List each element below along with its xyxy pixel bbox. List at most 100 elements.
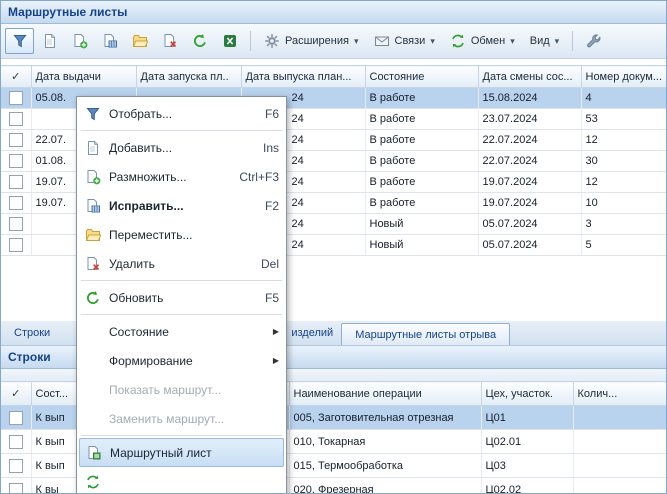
toolbar-separator bbox=[572, 31, 573, 51]
cell-state-change-date: 15.08.2024 bbox=[478, 88, 581, 109]
cell-doc-number: 3 bbox=[581, 214, 666, 235]
links-icon bbox=[374, 33, 390, 49]
row-checkbox[interactable] bbox=[9, 91, 23, 105]
cell-state-change-date: 22.07.2024 bbox=[478, 130, 581, 151]
menu-item-edit[interactable]: Исправить... F2 bbox=[79, 191, 284, 220]
refresh-button[interactable] bbox=[185, 28, 214, 54]
cell-state: В работе bbox=[365, 130, 478, 151]
shortcut-label: Ins bbox=[263, 141, 279, 155]
document-plus-icon bbox=[84, 168, 102, 186]
delete-document-button[interactable] bbox=[155, 28, 184, 54]
select-all-header[interactable]: ✓ bbox=[1, 66, 31, 88]
column-header-shop[interactable]: Цех, участок. bbox=[481, 382, 573, 406]
funnel-icon bbox=[12, 33, 28, 49]
row-checkbox[interactable] bbox=[9, 483, 23, 494]
add-document-button[interactable] bbox=[35, 28, 64, 54]
settings-wrench-button[interactable] bbox=[579, 28, 608, 54]
tab-stroki[interactable]: Строки bbox=[5, 321, 59, 345]
row-checkbox[interactable] bbox=[9, 154, 23, 168]
cell-operation: 010, Токарная bbox=[289, 430, 481, 454]
checkbox-cell bbox=[1, 88, 31, 109]
menu-item-formation[interactable]: Формирование ▶ bbox=[79, 346, 284, 375]
checkbox-cell bbox=[1, 193, 31, 214]
shortcut-label: F2 bbox=[265, 199, 279, 213]
tab-routesheets-tearoff[interactable]: Маршрутные листы отрыва bbox=[341, 323, 510, 345]
view-label: Вид bbox=[530, 35, 550, 47]
context-menu: Отобрать... F6 Добавить... Ins Размножит… bbox=[76, 96, 287, 494]
document-grid-icon bbox=[84, 197, 102, 215]
submenu-arrow-icon: ▶ bbox=[273, 327, 279, 336]
section-title: Строки bbox=[8, 350, 51, 364]
column-header-state-change-date[interactable]: Дата смены сос... bbox=[478, 66, 581, 88]
cell-state-change-date: 22.07.2024 bbox=[478, 151, 581, 172]
menu-item-partial[interactable] bbox=[79, 467, 284, 494]
cell-state: В работе bbox=[365, 172, 478, 193]
export-excel-button[interactable] bbox=[215, 28, 244, 54]
row-checkbox[interactable] bbox=[9, 217, 23, 231]
menu-item-refresh[interactable]: Обновить F5 bbox=[79, 283, 284, 312]
column-header-release-date[interactable]: Дата выпуска план... bbox=[241, 66, 365, 88]
column-header-operation[interactable]: Наименование операции bbox=[289, 382, 481, 406]
tab-label: Строки bbox=[14, 327, 50, 339]
column-header-quantity[interactable]: Колич... bbox=[573, 382, 666, 406]
row-checkbox[interactable] bbox=[9, 411, 23, 425]
cell-state-change-date: 19.07.2024 bbox=[478, 172, 581, 193]
cell-doc-number: 10 bbox=[581, 193, 666, 214]
cell-state: В работе bbox=[365, 109, 478, 130]
view-menu-button[interactable]: Вид ▾ bbox=[523, 32, 566, 50]
refresh-icon bbox=[192, 33, 208, 49]
checkbox-cell bbox=[1, 130, 31, 151]
document-plus-icon bbox=[72, 33, 88, 49]
column-header-start-date[interactable]: Дата запуска пл.. bbox=[136, 66, 241, 88]
row-checkbox[interactable] bbox=[9, 175, 23, 189]
exchange-menu-button[interactable]: Обмен ▾ bbox=[443, 30, 522, 52]
cell-state: В работе bbox=[365, 151, 478, 172]
checkbox-cell bbox=[1, 214, 31, 235]
menu-item-duplicate[interactable]: Размножить... Ctrl+F3 bbox=[79, 162, 284, 191]
exchange-icon bbox=[450, 33, 466, 49]
new-document-icon bbox=[84, 139, 102, 157]
toolbar-separator bbox=[250, 31, 251, 51]
links-menu-button[interactable]: Связи ▾ bbox=[367, 30, 442, 52]
chevron-down-icon: ▾ bbox=[354, 36, 359, 47]
folder-icon bbox=[84, 226, 102, 244]
cell-state-change-date: 05.07.2024 bbox=[478, 214, 581, 235]
extensions-label: Расширения bbox=[285, 35, 349, 47]
select-all-header[interactable]: ✓ bbox=[1, 382, 31, 406]
cell-quantity bbox=[573, 430, 666, 454]
document-delete-icon bbox=[84, 255, 102, 273]
menu-item-filter[interactable]: Отобрать... F6 bbox=[79, 99, 284, 128]
cell-shop: Ц01 bbox=[481, 406, 573, 430]
row-checkbox[interactable] bbox=[9, 133, 23, 147]
menu-separator bbox=[81, 314, 282, 315]
menu-item-move[interactable]: Переместить... bbox=[79, 220, 284, 249]
cell-shop: Ц02.01 bbox=[481, 430, 573, 454]
row-checkbox[interactable] bbox=[9, 435, 23, 449]
filter-button[interactable] bbox=[5, 28, 34, 54]
row-checkbox[interactable] bbox=[9, 459, 23, 473]
menu-item-delete[interactable]: Удалить Del bbox=[79, 249, 284, 278]
row-checkbox[interactable] bbox=[9, 238, 23, 252]
column-header-state[interactable]: Состояние bbox=[365, 66, 478, 88]
menu-item-add[interactable]: Добавить... Ins bbox=[79, 133, 284, 162]
excel-icon bbox=[222, 33, 238, 49]
extensions-menu-button[interactable]: Расширения ▾ bbox=[257, 30, 366, 52]
menu-item-state[interactable]: Состояние ▶ bbox=[79, 317, 284, 346]
edit-document-button[interactable] bbox=[95, 28, 124, 54]
duplicate-document-button[interactable] bbox=[65, 28, 94, 54]
move-document-button[interactable] bbox=[125, 28, 154, 54]
column-header-doc-number[interactable]: Номер докум... bbox=[581, 66, 666, 88]
checkbox-cell bbox=[1, 454, 31, 478]
menu-item-route-sheet[interactable]: Маршрутный лист bbox=[79, 438, 284, 467]
cell-doc-number: 53 bbox=[581, 109, 666, 130]
checkbox-cell bbox=[1, 406, 31, 430]
funnel-icon bbox=[84, 105, 102, 123]
shortcut-label: F5 bbox=[265, 291, 279, 305]
column-header-issue-date[interactable]: Дата выдачи bbox=[31, 66, 136, 88]
checkbox-cell bbox=[1, 235, 31, 256]
row-checkbox[interactable] bbox=[9, 112, 23, 126]
cell-state-change-date: 05.07.2024 bbox=[478, 235, 581, 256]
row-checkbox[interactable] bbox=[9, 196, 23, 210]
menu-separator bbox=[81, 280, 282, 281]
cell-doc-number: 5 bbox=[581, 235, 666, 256]
